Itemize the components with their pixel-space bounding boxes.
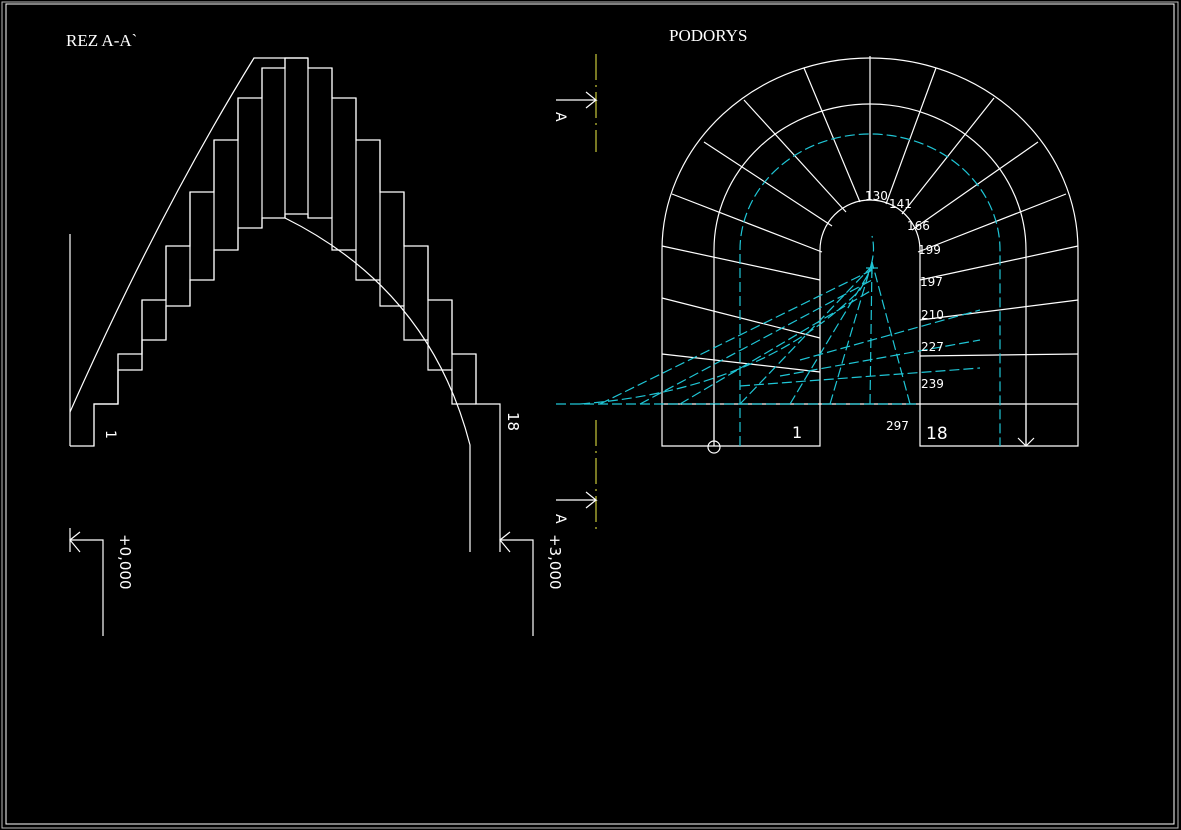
dim-label: 297	[886, 419, 909, 433]
drawing-frame	[5, 3, 1175, 825]
plan-view: 130 141 166 199 197 210 227 239 297 1 18	[556, 56, 1079, 454]
section-title: REZ A-A`	[66, 31, 137, 50]
level-end-label: +3,000	[546, 534, 564, 590]
cut-line: A A	[552, 54, 598, 532]
plan-step-first: 1	[792, 423, 802, 442]
level-mark-end	[499, 531, 534, 636]
cut-label-top: A	[552, 112, 568, 122]
soffit-curve	[284, 217, 471, 552]
cut-label-bottom: A	[552, 514, 568, 524]
dim-label: 166	[907, 219, 930, 233]
cad-drawing: REZ A-A` +0,000 +3,000 1 18 A A PODORYS …	[1, 1, 1179, 829]
dim-label: 239	[921, 377, 944, 391]
plan-treads	[661, 56, 1079, 373]
plan-title: PODORYS	[669, 26, 747, 45]
dim-label: 227	[921, 340, 944, 354]
dim-label: 199	[918, 243, 941, 257]
dim-label: 210	[921, 308, 944, 322]
level-mark-start	[69, 528, 104, 636]
outer-stringer	[69, 57, 308, 413]
dim-label: 130	[865, 189, 888, 203]
level-start-label: +0,000	[116, 534, 134, 590]
section-step-last: 18	[504, 412, 522, 431]
dim-label: 197	[920, 275, 943, 289]
section-view: +0,000 +3,000 1 18	[69, 57, 564, 636]
dim-label: 141	[889, 197, 912, 211]
step-risers	[117, 58, 477, 404]
plan-step-last: 18	[926, 424, 948, 444]
sheet-border	[1, 1, 1179, 829]
section-step-first: 1	[102, 430, 118, 439]
